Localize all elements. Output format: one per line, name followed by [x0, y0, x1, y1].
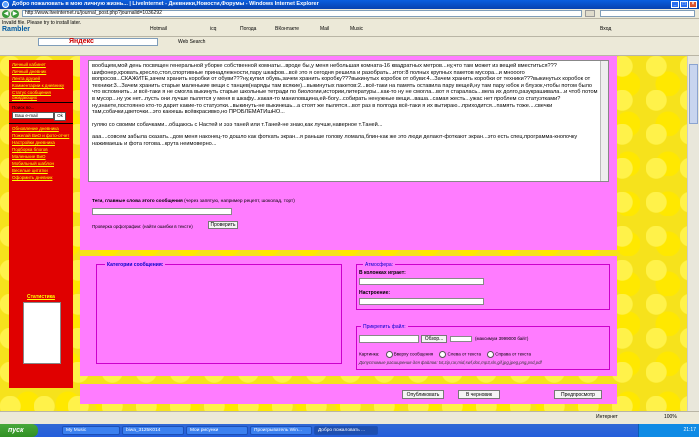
hotmail-link[interactable]: Hotmail [150, 26, 167, 32]
attach-legend: Прикрепить файл: [361, 324, 408, 330]
playing-input[interactable] [359, 278, 484, 285]
toolbar-row: Invalid file. Please try to install late… [0, 19, 699, 37]
start-button[interactable]: пуск [0, 424, 38, 437]
close-button[interactable]: × [689, 1, 697, 8]
taskbar-item[interactable]: biwa_3125K014 [122, 426, 184, 435]
post-text-para2: гуляю со своими собачками...общаюсь с На… [92, 121, 383, 128]
sidebar-link[interactable]: Личный дневник [12, 69, 70, 74]
vkontakte-link[interactable]: ВКонтакте [275, 26, 299, 32]
window-titlebar: Добро пожаловать в мою личную жизнь... |… [0, 0, 699, 9]
spell-label: Проверка орфографии: (найти ошибки в тек… [92, 224, 193, 229]
clock: 21:17 [683, 427, 696, 433]
yandex-logo: Яндекс [69, 38, 94, 45]
sidebar-link[interactable]: Пожелай ВиО и фото-отчет [12, 133, 70, 138]
live-search-input[interactable] [600, 10, 695, 17]
keywords-label: Теги, главные слова этого сообщения (чер… [92, 199, 295, 204]
enter-link[interactable]: Вход [600, 26, 611, 32]
music-link[interactable]: Music [350, 26, 363, 32]
go-button[interactable] [585, 10, 595, 17]
sidebar-link[interactable]: Веселые цитатки [12, 168, 70, 173]
rambler-logo[interactable]: Rambler [2, 26, 30, 33]
sidebar-link[interactable]: Настройки дневника [12, 140, 70, 145]
status-bar: Интернет 100% [0, 411, 699, 424]
preview-button[interactable]: Предпросмотр [554, 390, 602, 399]
textarea-scrollbar[interactable] [600, 61, 608, 181]
atmosphere-legend: Атмосфера: [363, 262, 396, 268]
sidebar-link[interactable]: Статус сообщения ожидающих [12, 90, 70, 100]
playing-label: В колонках играет: [359, 270, 406, 276]
radio-right[interactable] [487, 351, 495, 358]
sidebar-link[interactable]: Мобильный шаблон [12, 161, 70, 166]
system-tray: 21:17 [638, 424, 699, 437]
taskbar: пуск My Music biwa_3125K014 Мои рисунки … [0, 424, 699, 437]
file-path-input[interactable] [359, 335, 419, 343]
window-title: Добро пожаловать в мою личную жизнь... |… [12, 1, 319, 7]
url-field[interactable]: http://www.liveinternet.ru/journal_post.… [22, 10, 582, 17]
page-content: Личный кабинет Личный дневник Лента друз… [0, 56, 687, 423]
radio-top[interactable] [385, 351, 393, 358]
search-toolbar: Яндекс Web Search [0, 37, 699, 56]
atmosphere-fieldset: Атмосфера: В колонках играет: Настроение… [356, 262, 610, 310]
taskbar-item[interactable]: Мои рисунки [186, 426, 248, 435]
maximize-button[interactable]: □ [680, 1, 688, 8]
max-size-note: (максимум 3999000 байт) [475, 336, 529, 341]
pogoda-link[interactable]: Погода [240, 26, 256, 32]
sidebar-link[interactable]: Подборка блогов [12, 147, 70, 152]
back-icon[interactable]: ◀ [2, 10, 10, 18]
yandex-search-input[interactable]: Яндекс [38, 38, 158, 46]
file-size-input[interactable] [450, 336, 472, 342]
ie-icon [2, 1, 9, 8]
sidebar-link[interactable]: Обновление дневника [12, 126, 70, 131]
publish-button[interactable]: Опубликовать [402, 390, 444, 399]
taskbar-item[interactable]: Добро пожаловать ... [314, 426, 378, 435]
zoom-level[interactable]: 100% [664, 414, 677, 420]
address-bar: ◀ ▶ http://www.liveinternet.ru/journal_p… [0, 9, 699, 19]
browse-button[interactable]: Обзор... [421, 335, 447, 343]
draft-button[interactable]: В черновик [458, 390, 500, 399]
sidebar-link[interactable]: Маленькие ВиО [12, 154, 70, 159]
mood-label: Настроение: [359, 290, 391, 296]
post-options: Категории сообщения: Атмосфера: В колонк… [80, 256, 617, 376]
sidebar-link[interactable]: Лента друзей [12, 76, 70, 81]
attach-fieldset: Прикрепить файл: Обзор... (максимум 3999… [356, 324, 610, 370]
search-label: Поиск по... [12, 105, 35, 110]
zone-indicator: Интернет [596, 414, 618, 420]
action-bar: Опубликовать В черновик Предпросмотр [80, 384, 617, 404]
mood-input[interactable] [359, 298, 484, 305]
keywords-input[interactable] [92, 208, 232, 215]
taskbar-item[interactable]: My Music [62, 426, 120, 435]
page-scrollbar[interactable] [687, 56, 699, 423]
stats-title[interactable]: Статистика [27, 294, 73, 300]
post-textarea[interactable]: вообщем,мой день посвящен генеральной уб… [88, 60, 609, 182]
categories-fieldset: Категории сообщения: [96, 262, 342, 364]
stats-chart [23, 302, 61, 364]
stats-box: Статистика [9, 288, 73, 388]
allowed-extensions: Допустимые расширения для файлов: txt,zi… [359, 360, 542, 365]
check-spelling-button[interactable]: Проверить [208, 221, 238, 229]
sidebar-link[interactable]: Оформить дневник [12, 175, 70, 180]
ok-button[interactable]: Ok [54, 112, 66, 121]
icq-link[interactable]: icq [210, 26, 216, 32]
forward-icon[interactable]: ▶ [11, 10, 19, 18]
picture-position: Картинка: Вверху сообщения Слева от текс… [359, 351, 532, 358]
minimize-button[interactable]: _ [671, 1, 679, 8]
sidebar-link[interactable]: Комментарии к дневнику [12, 83, 70, 88]
mail-link[interactable]: Mail [320, 26, 329, 32]
email-field[interactable] [12, 112, 54, 119]
taskbar-item[interactable]: Проигрыватель Win... [250, 426, 312, 435]
post-editor: вообщем,мой день посвящен генеральной уб… [80, 56, 617, 250]
post-text-para3: ааа....совсем забыла сказать...дом меня … [92, 134, 578, 147]
sidebar-link[interactable]: Личный кабинет [12, 62, 70, 67]
radio-left[interactable] [439, 351, 447, 358]
categories-legend: Категории сообщения: [105, 262, 166, 268]
post-text: вообщем,мой день посвящен генеральной уб… [92, 63, 598, 116]
web-search-button[interactable]: Web Search [178, 39, 205, 45]
